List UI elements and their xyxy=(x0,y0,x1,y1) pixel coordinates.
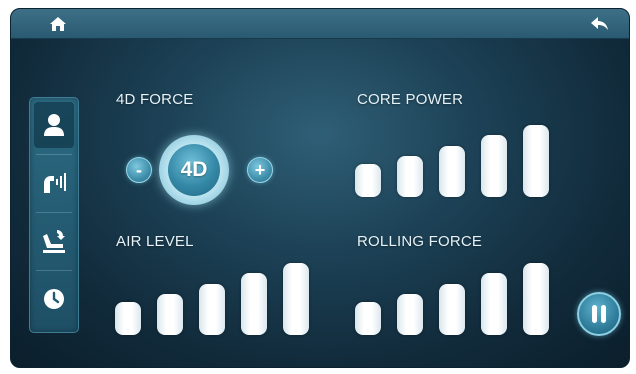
air-level-level-4[interactable] xyxy=(241,273,267,335)
sidebar-item-timer[interactable] xyxy=(34,276,74,322)
rolling-force-level-4[interactable] xyxy=(481,273,507,335)
back-arrow-icon xyxy=(591,17,608,30)
sidebar-divider xyxy=(36,212,72,213)
force-4d-badge-text: 4D xyxy=(168,144,220,196)
core-power-label: CORE POWER xyxy=(357,91,464,108)
rolling-force-label: ROLLING FORCE xyxy=(357,233,483,250)
home-button[interactable] xyxy=(45,12,71,36)
top-bar xyxy=(11,9,629,39)
sidebar-item-arm[interactable] xyxy=(34,160,74,206)
air-level-level-5[interactable] xyxy=(283,263,309,335)
arm-massage-icon xyxy=(44,173,66,193)
recline-seat-icon xyxy=(43,230,65,253)
sidebar xyxy=(29,97,79,333)
core-power-level-1[interactable] xyxy=(355,164,381,197)
air-level-level-1[interactable] xyxy=(115,302,141,335)
pause-icon xyxy=(592,305,606,323)
force-4d-decrease-button[interactable]: - xyxy=(126,157,152,183)
air-level-level-2[interactable] xyxy=(157,294,183,335)
rolling-force-level-3[interactable] xyxy=(439,284,465,335)
home-icon xyxy=(50,17,66,31)
sidebar-item-recline[interactable] xyxy=(34,218,74,264)
rolling-force-level-5[interactable] xyxy=(523,263,549,335)
back-button[interactable] xyxy=(587,12,613,36)
core-power-level-3[interactable] xyxy=(439,146,465,197)
air-level-level-3[interactable] xyxy=(199,284,225,335)
air-level-label: AIR LEVEL xyxy=(116,233,194,250)
force-4d-badge: 4D xyxy=(159,135,229,205)
rolling-force-level-1[interactable] xyxy=(355,302,381,335)
core-power-level-2[interactable] xyxy=(397,156,423,197)
core-power-level-5[interactable] xyxy=(523,125,549,197)
sidebar-divider xyxy=(36,270,72,271)
sidebar-divider xyxy=(36,154,72,155)
massage-control-screen: 4D FORCE - 4D + CORE POWER AIR LEVEL ROL… xyxy=(10,8,630,368)
force-4d-label: 4D FORCE xyxy=(116,91,194,108)
pause-button[interactable] xyxy=(577,292,621,336)
rolling-force-level-2[interactable] xyxy=(397,294,423,335)
force-4d-increase-button[interactable]: + xyxy=(247,157,273,183)
clock-icon xyxy=(44,289,64,309)
sidebar-item-body[interactable] xyxy=(34,102,74,148)
person-icon xyxy=(44,114,64,136)
core-power-level-4[interactable] xyxy=(481,135,507,197)
